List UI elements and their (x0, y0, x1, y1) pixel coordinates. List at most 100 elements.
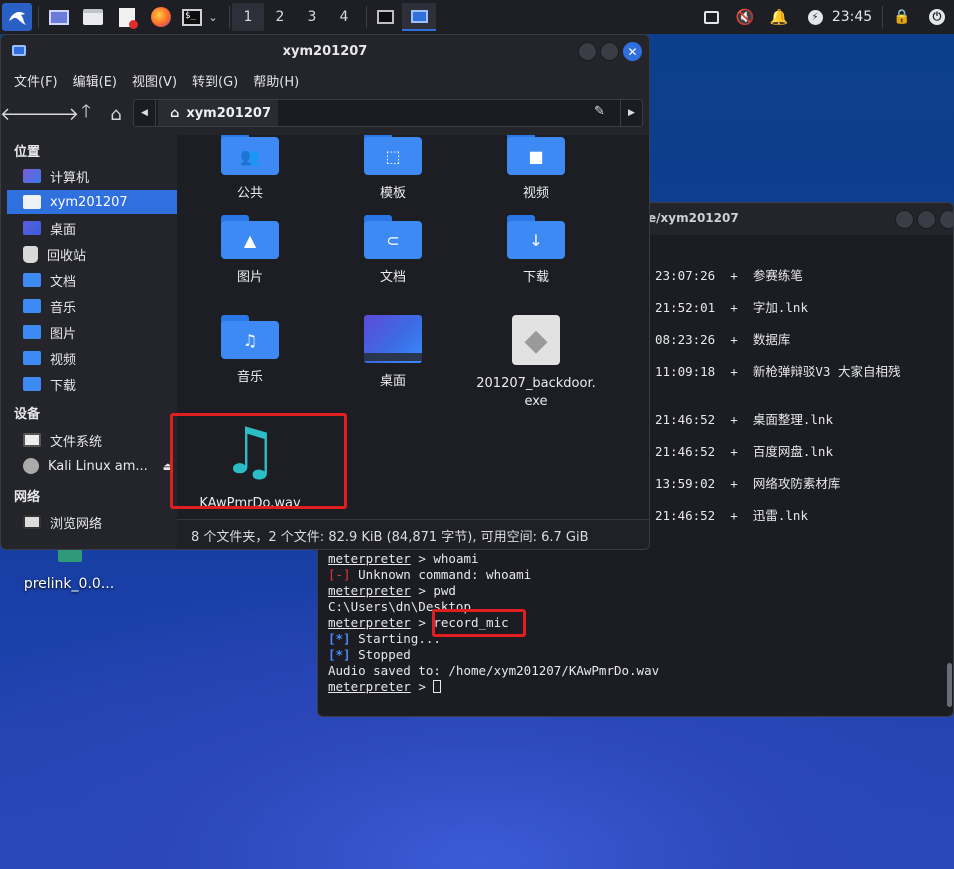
sidebar-item-downloads[interactable]: 下载 (7, 372, 177, 396)
file-item-label: 201207_backdoor.exe (476, 376, 596, 409)
file-item[interactable]: ⊂ 文档 (328, 215, 458, 287)
sidebar-item-computer[interactable]: 计算机 (7, 164, 177, 188)
firefox-icon[interactable] (148, 3, 174, 31)
show-desktop-icon[interactable] (46, 3, 72, 31)
location-bar[interactable]: ◀ ⌂ xym201207 ✎ ▶ (133, 99, 643, 127)
term-line-stopped: [*] Stopped (328, 647, 411, 662)
home-icon[interactable]: ⌂ (105, 103, 127, 125)
terminal-scrollbar[interactable] (947, 663, 952, 707)
sidebar-item-desktop[interactable]: 桌面 (7, 216, 177, 240)
taskbar: $_ ⌄ 1 2 3 4 🔇 🔔 ⚡ 23:45 🔒 ⏻ (0, 0, 954, 34)
sidebar-item-browse-network[interactable]: 浏览网络 (7, 510, 177, 534)
file-item-label: 桌面 (379, 374, 406, 389)
lock-screen-icon[interactable]: 🔒 (890, 3, 914, 31)
pictures-icon (23, 325, 41, 339)
menu-edit[interactable]: 编辑(E) (73, 71, 117, 90)
disc-icon (23, 458, 39, 474)
breadcrumb-label: xym201207 (186, 105, 271, 121)
text-editor-icon[interactable] (114, 3, 140, 31)
sidebar-label: 文档 (50, 274, 77, 290)
task-terminal-icon[interactable] (370, 3, 400, 31)
sidebar-item-documents[interactable]: 文档 (7, 268, 177, 292)
file-item[interactable]: ■ 视频 (471, 135, 601, 203)
kali-menu-icon[interactable] (2, 3, 32, 31)
sidebar-item-home[interactable]: xym201207 (7, 190, 177, 214)
desktop-folder-icon (364, 315, 422, 363)
power-manager-icon[interactable]: ⚡ (802, 3, 828, 31)
fm-minimize-button[interactable] (578, 42, 597, 61)
file-item-label: 视频 (522, 186, 549, 201)
videos-folder-icon: ■ (507, 135, 565, 175)
toolbar: 🡐 🡒 🡑 ⌂ ◀ ⌂ xym201207 ✎ ▶ (1, 95, 649, 131)
listing-row: 21:46:52 + 百度网盘.lnk (655, 444, 833, 459)
sidebar-label: 图片 (50, 326, 77, 342)
menubar: 文件(F) 编辑(E) 视图(V) 转到(G) 帮助(H) (1, 67, 649, 93)
up-arrow-icon[interactable]: 🡑 (75, 101, 97, 125)
file-item[interactable]: ♫ 音乐 (185, 315, 315, 387)
menu-go[interactable]: 转到(G) (192, 71, 238, 90)
file-item[interactable]: ↓ 下载 (471, 215, 601, 287)
downloads-icon (23, 377, 41, 391)
network-header: 网络 (14, 490, 41, 505)
workspace-2[interactable]: 2 (264, 3, 296, 31)
clipboard-icon[interactable] (698, 3, 724, 31)
file-item[interactable]: ▲ 图片 (185, 215, 315, 287)
highlight-wav-file (170, 413, 347, 509)
term-line-saved: Audio saved to: /home/xym201207/KAwPmrDo… (328, 663, 660, 678)
notification-bell-icon[interactable]: 🔔 (766, 3, 792, 31)
cursor (433, 680, 442, 693)
listing-row: 23:07:26 + 参赛练笔 (655, 268, 803, 283)
term-line-prompt[interactable]: meterpreter > (328, 679, 442, 694)
breadcrumb[interactable]: ⌂ xym201207 (158, 100, 278, 126)
places-header: 位置 (14, 145, 41, 160)
sidebar-item-filesystem[interactable]: 文件系统 (7, 428, 177, 452)
logout-icon[interactable]: ⏻ (924, 3, 950, 31)
fm-title: xym201207 (282, 43, 368, 59)
workspace-4[interactable]: 4 (328, 3, 360, 31)
file-manager-icon[interactable] (80, 3, 106, 31)
menu-file[interactable]: 文件(F) (14, 71, 58, 90)
sidebar-item-pictures[interactable]: 图片 (7, 320, 177, 344)
sidebar-item-trash[interactable]: 回收站 (7, 242, 177, 266)
file-item[interactable]: ◆ 201207_backdoor.exe (471, 315, 601, 411)
file-item[interactable]: 桌面 (328, 315, 458, 391)
sidebar-item-music[interactable]: 音乐 (7, 294, 177, 318)
menu-view[interactable]: 视图(V) (132, 71, 177, 90)
path-right-chevron-icon[interactable]: ▶ (620, 100, 642, 126)
listing-row: 21:52:01 + 字加.lnk (655, 300, 808, 315)
forward-arrow-icon[interactable]: 🡒 (31, 103, 79, 125)
file-item-label: 公共 (236, 186, 263, 201)
home-folder-icon (23, 195, 41, 209)
fm-titlebar[interactable]: xym201207 ✕ (1, 35, 649, 67)
fm-maximize-button[interactable] (600, 42, 619, 61)
edit-path-icon[interactable]: ✎ (594, 104, 605, 119)
workspace-1[interactable]: 1 (232, 3, 264, 31)
terminal-launcher-icon[interactable]: $_ (180, 3, 204, 31)
pictures-folder-icon: ▲ (221, 215, 279, 259)
trash-icon (23, 245, 38, 263)
sidebar-label: 视频 (50, 352, 77, 368)
task-file-manager-icon[interactable] (402, 3, 436, 31)
home-small-icon: ⌂ (170, 105, 180, 121)
file-item[interactable]: ⬚ 模板 (328, 135, 458, 203)
sidebar-item-kali-media[interactable]: Kali Linux am... ⏏ (7, 454, 177, 478)
path-left-chevron-icon[interactable]: ◀ (134, 100, 156, 126)
fm-close-button[interactable]: ✕ (623, 42, 642, 61)
clock[interactable]: 23:45 (830, 3, 874, 31)
computer-icon (23, 169, 41, 183)
menu-help[interactable]: 帮助(H) (253, 71, 299, 90)
sidebar-item-videos[interactable]: 视频 (7, 346, 177, 370)
sidebar-label: xym201207 (50, 194, 128, 210)
window-icon (12, 45, 26, 56)
music-folder-icon: ♫ (221, 315, 279, 359)
workspace-3[interactable]: 3 (296, 3, 328, 31)
file-item[interactable]: 👥 公共 (185, 135, 315, 203)
videos-icon (23, 351, 41, 365)
volume-muted-icon[interactable]: 🔇 (732, 3, 758, 31)
chevron-down-icon[interactable]: ⌄ (204, 3, 222, 31)
desktop-icon (23, 221, 41, 235)
file-item-label: 下载 (522, 270, 549, 285)
music-icon (23, 299, 41, 313)
sidebar-label: 音乐 (50, 300, 77, 316)
listing-row: 13:59:02 + 网络攻防素材库 (655, 476, 841, 491)
